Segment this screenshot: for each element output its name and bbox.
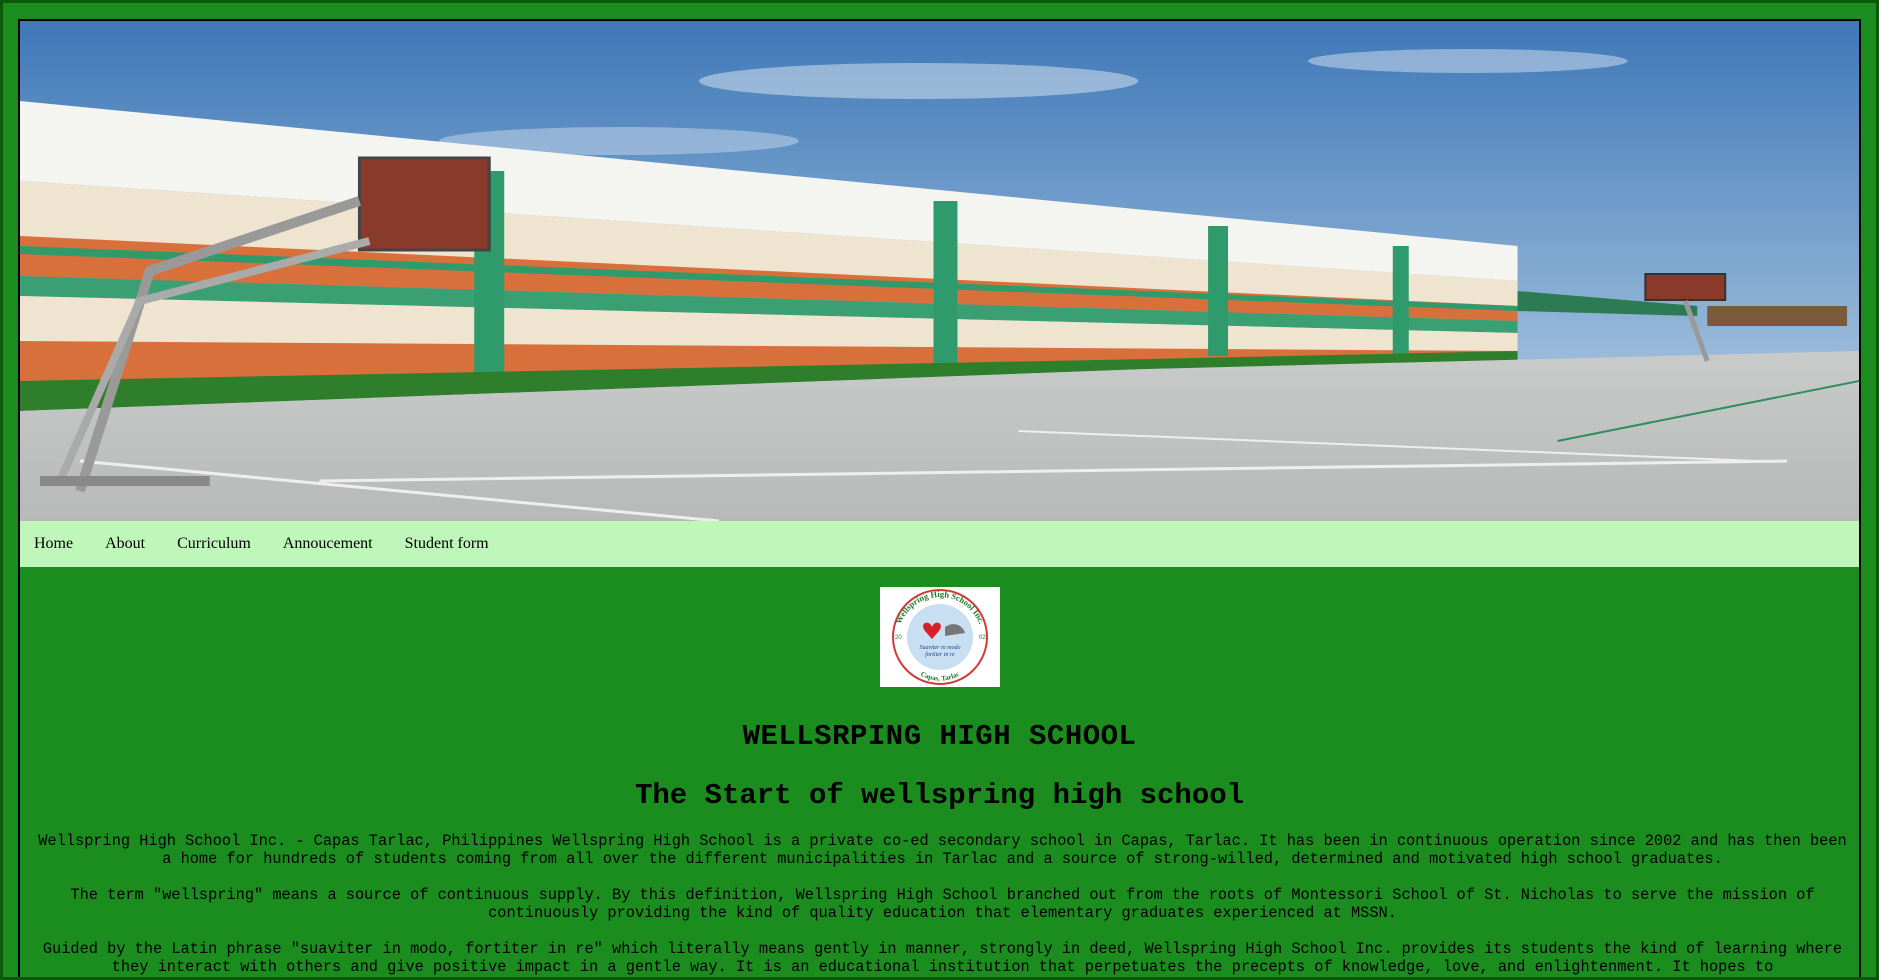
nav-about-link[interactable]: About xyxy=(105,535,145,553)
page-container: Home About Curriculum Annoucement Studen… xyxy=(18,19,1861,977)
intro-paragraph: Wellspring High School Inc. - Capas Tarl… xyxy=(38,832,1847,868)
nav-home-link[interactable]: Home xyxy=(34,535,73,553)
motto-paragraph: Guided by the Latin phrase "suaviter in … xyxy=(42,940,1843,976)
page-frame: Home About Curriculum Annoucement Studen… xyxy=(0,0,1879,980)
logo-year-left: 20 xyxy=(895,635,902,641)
wellspring-meaning-paragraph: The term "wellspring" means a source of … xyxy=(70,886,1815,922)
school-title: WELLSRPING HIGH SCHOOL xyxy=(742,720,1137,753)
logo-motto-line-1: Suaviter in modo xyxy=(919,645,960,651)
main-content: Suaviter in modo fortiter in re Wellspri… xyxy=(20,587,1859,976)
main-nav: Home About Curriculum Annoucement Studen… xyxy=(20,521,1859,567)
school-logo: Suaviter in modo fortiter in re Wellspri… xyxy=(879,587,1000,687)
logo-motto-line-2: fortiter in re xyxy=(925,651,955,658)
hero-banner-image xyxy=(20,21,1859,521)
nav-student-form-link[interactable]: Student form xyxy=(405,535,489,553)
school-building-photo xyxy=(20,21,1859,521)
nav-curriculum-link[interactable]: Curriculum xyxy=(177,535,251,553)
page-subtitle: The Start of wellspring high school xyxy=(634,779,1245,812)
nav-announcement-link[interactable]: Annoucement xyxy=(283,535,373,553)
logo-year-right: 02 xyxy=(979,635,986,641)
